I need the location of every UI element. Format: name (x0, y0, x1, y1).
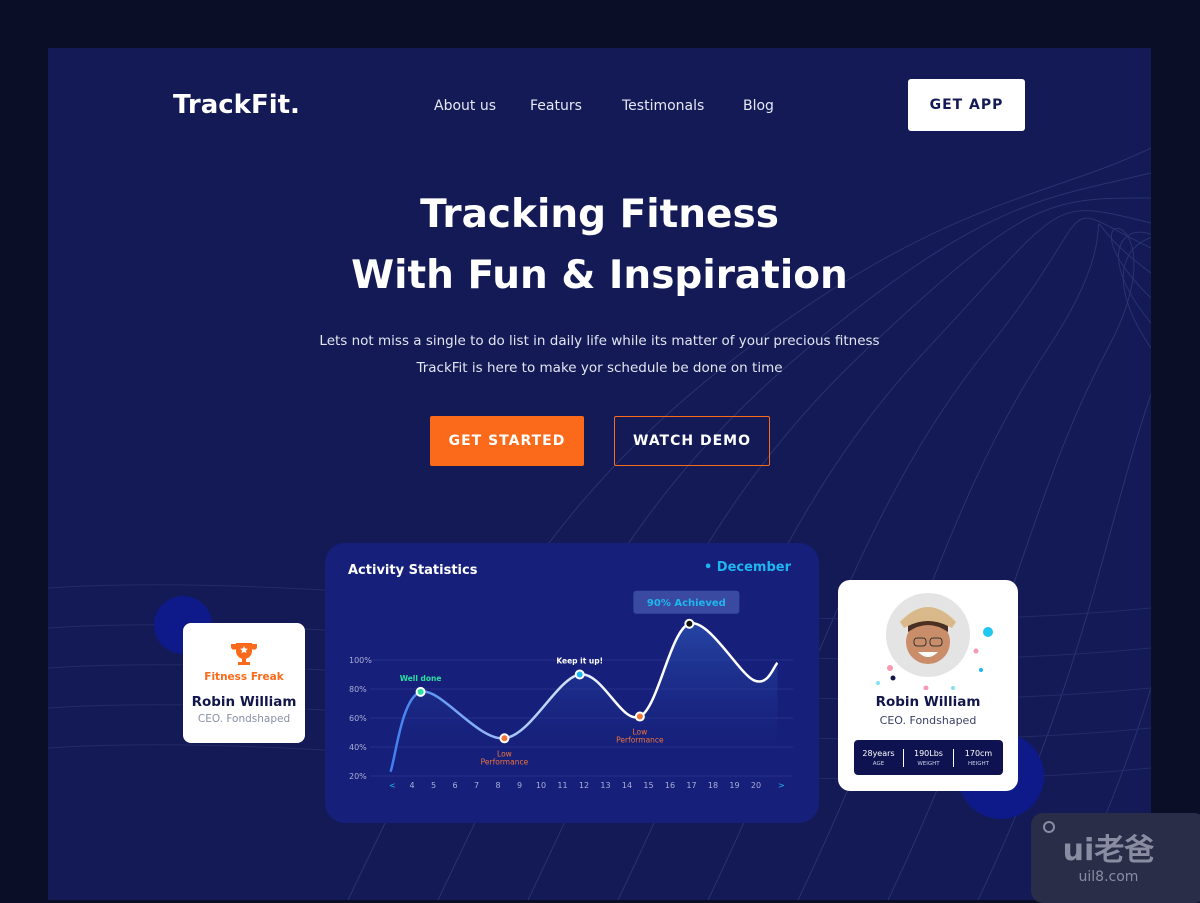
y-tick-label: 100% (349, 656, 372, 665)
x-tick-label: 6 (452, 781, 457, 790)
stat-weight: 190Lbs WEIGHT (904, 748, 954, 767)
data-point (634, 711, 645, 722)
x-tick-label: 4 (409, 781, 414, 790)
chart-title: Activity Statistics (348, 563, 478, 578)
next-arrow[interactable]: > (778, 781, 785, 790)
avatar (876, 593, 993, 690)
x-tick-label: 15 (643, 781, 653, 790)
hero-title-line1: Tracking Fitness (420, 192, 779, 237)
profile-name: Robin William (875, 694, 981, 710)
profile-card: Robin William CEO. Fondshaped 28years AGE… (838, 580, 1018, 791)
badge-name: Robin William (191, 694, 297, 710)
hero-title-line2: With Fun & Inspiration (351, 253, 848, 298)
nav-testimonials[interactable]: Testimonals (622, 98, 704, 114)
prev-arrow[interactable]: < (389, 781, 396, 790)
x-tick-label: 11 (557, 781, 567, 790)
annotation-label: Performance (616, 736, 664, 745)
x-tick-label: 13 (600, 781, 610, 790)
data-point (499, 733, 510, 744)
data-point (684, 618, 695, 629)
profile-role: CEO. Fondshaped (879, 714, 977, 727)
chart-area (390, 623, 778, 775)
period-selector[interactable]: • December (704, 560, 791, 575)
y-tick-label: 60% (349, 714, 367, 723)
profile-stats: 28years AGE 190Lbs WEIGHT 170cm HEIGHT (854, 740, 1003, 775)
watch-demo-button[interactable]: WATCH DEMO (614, 416, 770, 466)
y-tick-label: 20% (349, 772, 367, 781)
nav-blog[interactable]: Blog (743, 98, 774, 114)
x-tick-label: 16 (665, 781, 675, 790)
x-tick-label: 19 (729, 781, 739, 790)
activity-chart-card: 100% 80% 60% 40% 20% 4 5 6 7 8 9 10 11 12 13 14 15 16 17 18… (325, 543, 819, 823)
annotation-label: Keep it up! (556, 657, 603, 666)
hero-subtitle-1: Lets not miss a single to do list in dai… (319, 333, 880, 349)
x-tick-label: 5 (431, 781, 436, 790)
activity-chart: 100% 80% 60% 40% 20% 4 5 6 7 8 9 10 11 12 13 14 15 16 17 18… (349, 590, 793, 790)
y-tick-label: 40% (349, 743, 367, 752)
stat-age: 28years AGE (854, 748, 904, 767)
data-point (574, 669, 585, 680)
data-point (415, 686, 426, 697)
badge-title: Fitness Freak (204, 671, 284, 683)
y-tick-label: 80% (349, 685, 367, 694)
x-tick-label: 7 (474, 781, 479, 790)
x-tick-label: 9 (517, 781, 522, 790)
nav-features[interactable]: Featurs (530, 98, 582, 114)
hero-subtitle-2: TrackFit is here to make yor schedule be… (416, 360, 783, 376)
x-tick-label: 18 (708, 781, 718, 790)
annotation-label: Performance (481, 757, 529, 766)
x-tick-label: 17 (686, 781, 696, 790)
nav-about[interactable]: About us (434, 98, 496, 114)
stat-height: 170cm HEIGHT (964, 748, 993, 767)
x-tick-label: 10 (536, 781, 546, 790)
x-tick-label: 20 (751, 781, 761, 790)
get-app-button[interactable]: GET APP (908, 79, 1025, 131)
trophy-icon (231, 643, 257, 665)
annotation-label: Well done (400, 674, 442, 683)
badge-role: CEO. Fondshaped (197, 713, 291, 725)
get-started-button[interactable]: GET STARTED (430, 416, 584, 466)
badge-card: Fitness Freak Robin William CEO. Fondsha… (183, 623, 305, 743)
achieved-label: 90% Achieved (647, 598, 726, 609)
x-tick-label: 14 (622, 781, 632, 790)
landing-page: TrackFit. About us Featurs Testimonals B… (48, 48, 1151, 900)
watermark: ui老爸 uil8.com (1031, 813, 1200, 903)
x-tick-label: 8 (495, 781, 500, 790)
x-tick-label: 12 (579, 781, 589, 790)
logo[interactable]: TrackFit. (173, 90, 300, 120)
